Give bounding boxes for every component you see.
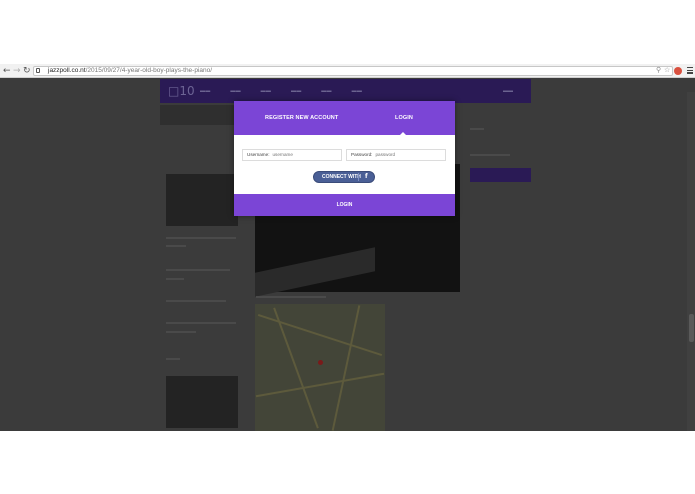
sidebar-link-line [166,269,230,271]
password-field[interactable]: Password: [346,149,446,161]
password-input[interactable] [375,152,436,157]
modal-footer[interactable]: LOGIN [234,194,455,216]
browser-toolbar: ← → ↻ jazzpoll.co.nt/2015/09/27/4-year-o… [0,64,695,78]
tab-register[interactable]: REGISTER NEW ACCOUNT [265,115,338,121]
header-login-link: ▬▬ [503,88,513,94]
password-label: Password: [351,152,373,157]
nav-link: ▬▬ [260,88,272,94]
login-modal: REGISTER NEW ACCOUNT LOGIN Username: Pas… [234,101,455,216]
connect-with-facebook-button[interactable]: CONNECT WITH f [313,171,375,183]
username-input[interactable] [272,152,333,157]
nav-link: ▬▬ [200,88,211,94]
bookmark-star-icon[interactable]: ☆ [664,66,670,74]
sidebar-heading-line [166,358,180,360]
sidebar-link-line [166,300,226,302]
sidebar-thumbnail [166,376,238,428]
nav-link: ▬▬ [290,88,302,94]
sidebar-link-line [166,278,184,280]
sidebar-meta-line [166,245,186,247]
right-sidebar-button [470,168,531,182]
sidebar-thumbnail [166,174,238,226]
reload-icon[interactable]: ↻ [23,66,31,76]
extension-icon[interactable] [674,67,682,75]
location-map [255,304,385,431]
sidebar-title-line [166,237,236,239]
address-bar[interactable]: jazzpoll.co.nt/2015/09/27/4-year-old-boy… [33,66,673,76]
forward-arrow-icon[interactable]: → [13,66,21,76]
username-label: Username: [247,152,270,157]
map-road [255,372,385,398]
username-field[interactable]: Username: [242,149,342,161]
tab-login[interactable]: LOGIN [395,115,413,121]
connect-label: CONNECT WITH [322,174,361,180]
nav-link: ▬▬ [321,88,332,94]
nav-link: ▬▬ [351,88,363,94]
button-divider [358,173,359,181]
video-frame [255,247,375,297]
right-sidebar-line [470,154,510,156]
right-sidebar-line [470,128,484,130]
site-header: □10 ▬▬ ▬▬ ▬▬ ▬▬ ▬▬ ▬▬ ▬▬ [160,79,531,103]
facebook-icon: f [365,173,368,180]
map-road [257,313,383,357]
url-domain: jazzpoll.co.nt [48,67,86,74]
back-arrow-icon[interactable]: ← [3,66,11,76]
search-icon[interactable]: ⚲ [656,66,661,74]
page-scrollbar[interactable] [687,92,695,431]
page-info-icon[interactable] [36,68,40,73]
map-pin-icon [318,360,323,365]
url-path: /2015/09/27/4-year-old-boy-plays-the-pia… [85,67,213,74]
sidebar-link-line [166,331,196,333]
site-nav: ▬▬ ▬▬ ▬▬ ▬▬ ▬▬ ▬▬ [200,88,380,94]
map-caption-line [256,296,326,298]
nav-link: ▬▬ [230,88,241,94]
map-road [331,305,361,431]
active-tab-caret-icon [400,132,406,135]
site-logo: □10 [168,84,195,98]
browser-menu-icon[interactable] [687,67,693,74]
modal-tab-bar: REGISTER NEW ACCOUNT LOGIN [234,101,455,135]
footer-login-button[interactable]: LOGIN [234,202,455,208]
page-scrollbar-thumb[interactable] [689,314,694,342]
sidebar-link-line [166,322,236,324]
